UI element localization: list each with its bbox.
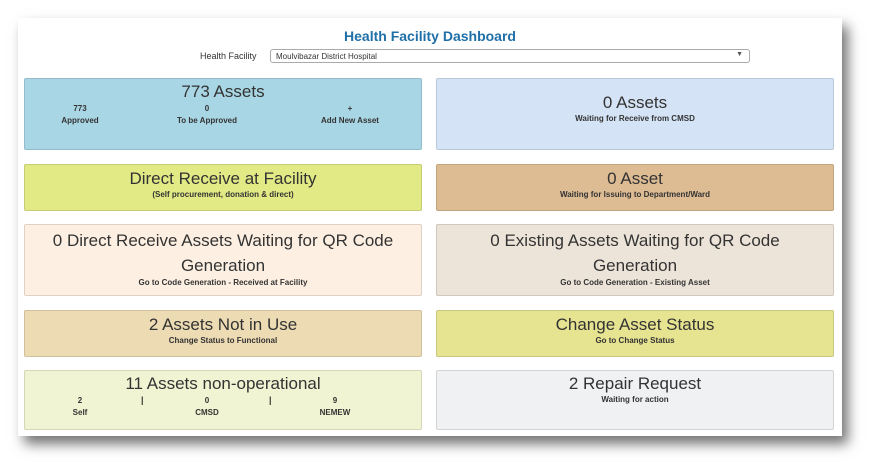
issuing-subtitle: Waiting for Issuing to Department/Ward <box>559 190 711 199</box>
cmsd-value: 0 <box>204 396 210 405</box>
issuing-card[interactable]: 0 Asset Waiting for Issuing to Departmen… <box>436 164 834 211</box>
qr-direct-subtitle: Go to Code Generation - Received at Faci… <box>138 278 308 287</box>
qr-existing-card[interactable]: 0 Existing Assets Waiting for QR Code Ge… <box>436 224 834 296</box>
dashboard-frame: Health Facility Dashboard Health Facilit… <box>18 18 842 436</box>
approved-stat[interactable]: 773 Approved <box>25 103 135 127</box>
cmsd-receive-card[interactable]: 0 Assets Waiting for Receive from CMSD <box>436 78 834 150</box>
facility-select-value: Moulvibazar District Hospital <box>276 52 377 61</box>
cmsd-receive-title: 0 Assets <box>602 93 668 112</box>
change-status-title: Change Asset Status <box>555 315 715 334</box>
not-in-use-subtitle: Change Status to Functional <box>168 336 278 345</box>
qr-direct-card[interactable]: 0 Direct Receive Assets Waiting for QR C… <box>24 224 422 296</box>
self-value: 2 <box>77 396 83 405</box>
add-new-asset-label: Add New Asset <box>321 116 379 125</box>
direct-receive-title: Direct Receive at Facility <box>129 169 317 188</box>
nemew-stat[interactable]: 9 NEMEW <box>280 395 390 419</box>
stat-separator: | <box>141 395 144 405</box>
direct-receive-card[interactable]: Direct Receive at Facility (Self procure… <box>24 164 422 211</box>
repair-request-title: 2 Repair Request <box>568 374 702 393</box>
self-label: Self <box>72 408 88 417</box>
approved-label: Approved <box>61 116 99 125</box>
assets-card[interactable]: 773 Assets 773 Approved 0 To be Approved… <box>24 78 422 150</box>
cmsd-label: CMSD <box>195 408 219 417</box>
approved-value: 773 <box>73 104 87 113</box>
facility-label: Health Facility <box>200 51 257 61</box>
issuing-title: 0 Asset <box>607 169 663 188</box>
qr-existing-title: 0 Existing Assets Waiting for QR Code Ge… <box>490 231 780 275</box>
facility-select[interactable]: Moulvibazar District Hospital ▼ <box>270 49 750 63</box>
non-operational-stats: 2 Self | 0 CMSD | 9 NEMEW <box>25 395 421 421</box>
chevron-down-icon: ▼ <box>736 51 743 58</box>
change-status-subtitle: Go to Change Status <box>595 336 675 345</box>
nemew-label: NEMEW <box>319 408 351 417</box>
stat-separator: | <box>269 395 272 405</box>
add-new-asset-button[interactable]: + Add New Asset <box>295 103 405 127</box>
plus-icon: + <box>347 104 353 113</box>
change-status-card[interactable]: Change Asset Status Go to Change Status <box>436 310 834 357</box>
cmsd-receive-subtitle: Waiting for Receive from CMSD <box>575 114 695 123</box>
self-stat[interactable]: 2 Self <box>25 395 135 419</box>
to-be-approved-value: 0 <box>204 104 210 113</box>
to-be-approved-label: To be Approved <box>177 116 237 125</box>
not-in-use-card[interactable]: 2 Assets Not in Use Change Status to Fun… <box>24 310 422 357</box>
direct-receive-subtitle: (Self procurement, donation & direct) <box>152 190 294 199</box>
non-operational-card[interactable]: 11 Assets non-operational 2 Self | 0 CMS… <box>24 370 422 430</box>
cmsd-stat[interactable]: 0 CMSD <box>152 395 262 419</box>
repair-request-card[interactable]: 2 Repair Request Waiting for action <box>436 370 834 430</box>
non-operational-title: 11 Assets non-operational <box>125 374 321 393</box>
assets-stats: 773 Approved 0 To be Approved + Add New … <box>25 103 421 129</box>
repair-request-subtitle: Waiting for action <box>601 395 669 404</box>
qr-direct-title: 0 Direct Receive Assets Waiting for QR C… <box>52 231 394 275</box>
assets-card-title: 773 Assets <box>181 82 265 101</box>
not-in-use-title: 2 Assets Not in Use <box>148 315 298 334</box>
page-title: Health Facility Dashboard <box>344 28 516 44</box>
to-be-approved-stat[interactable]: 0 To be Approved <box>152 103 262 127</box>
qr-existing-subtitle: Go to Code Generation - Existing Asset <box>560 278 710 287</box>
nemew-value: 9 <box>332 396 338 405</box>
